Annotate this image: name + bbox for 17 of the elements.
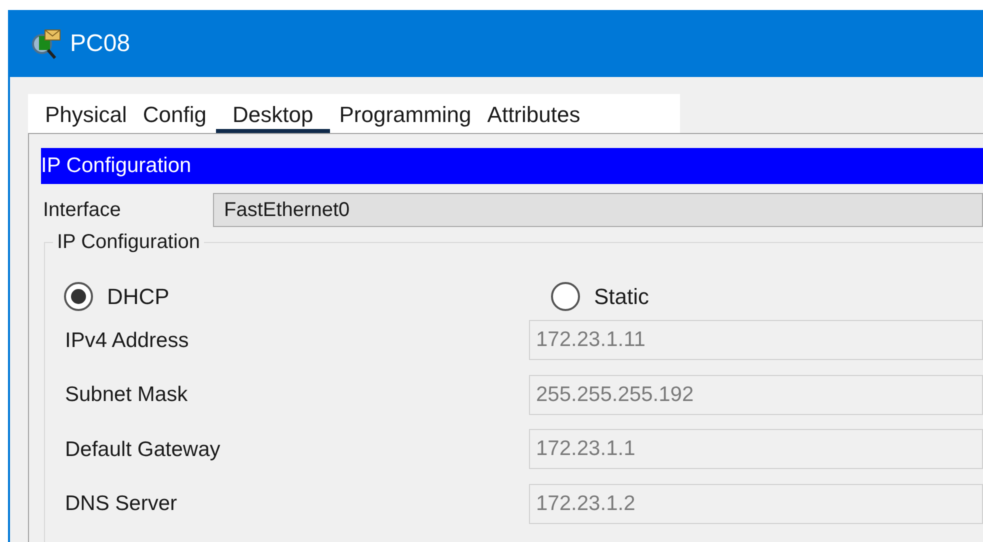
radio-button[interactable] xyxy=(64,282,93,311)
radio-label: DHCP xyxy=(107,283,170,311)
field-label: Default Gateway xyxy=(64,436,222,462)
tab[interactable]: Physical xyxy=(38,98,134,133)
field-label: Subnet Mask xyxy=(64,382,189,408)
radio-button[interactable] xyxy=(551,282,580,311)
window-title: PC08 xyxy=(70,28,130,58)
field-label: IPv4 Address xyxy=(64,328,190,354)
field-label: DNS Server xyxy=(64,491,178,517)
tab[interactable]: Programming xyxy=(332,98,478,133)
tab[interactable]: Attributes xyxy=(480,98,588,133)
interface-dropdown[interactable]: FastEthernet0 xyxy=(213,193,983,227)
panel-header: IP Configuration xyxy=(41,148,983,184)
tab[interactable]: Desktop xyxy=(216,98,330,133)
tab[interactable]: Config xyxy=(136,98,214,133)
radio-label: Static xyxy=(594,283,650,311)
field-label: Interface xyxy=(42,198,122,223)
